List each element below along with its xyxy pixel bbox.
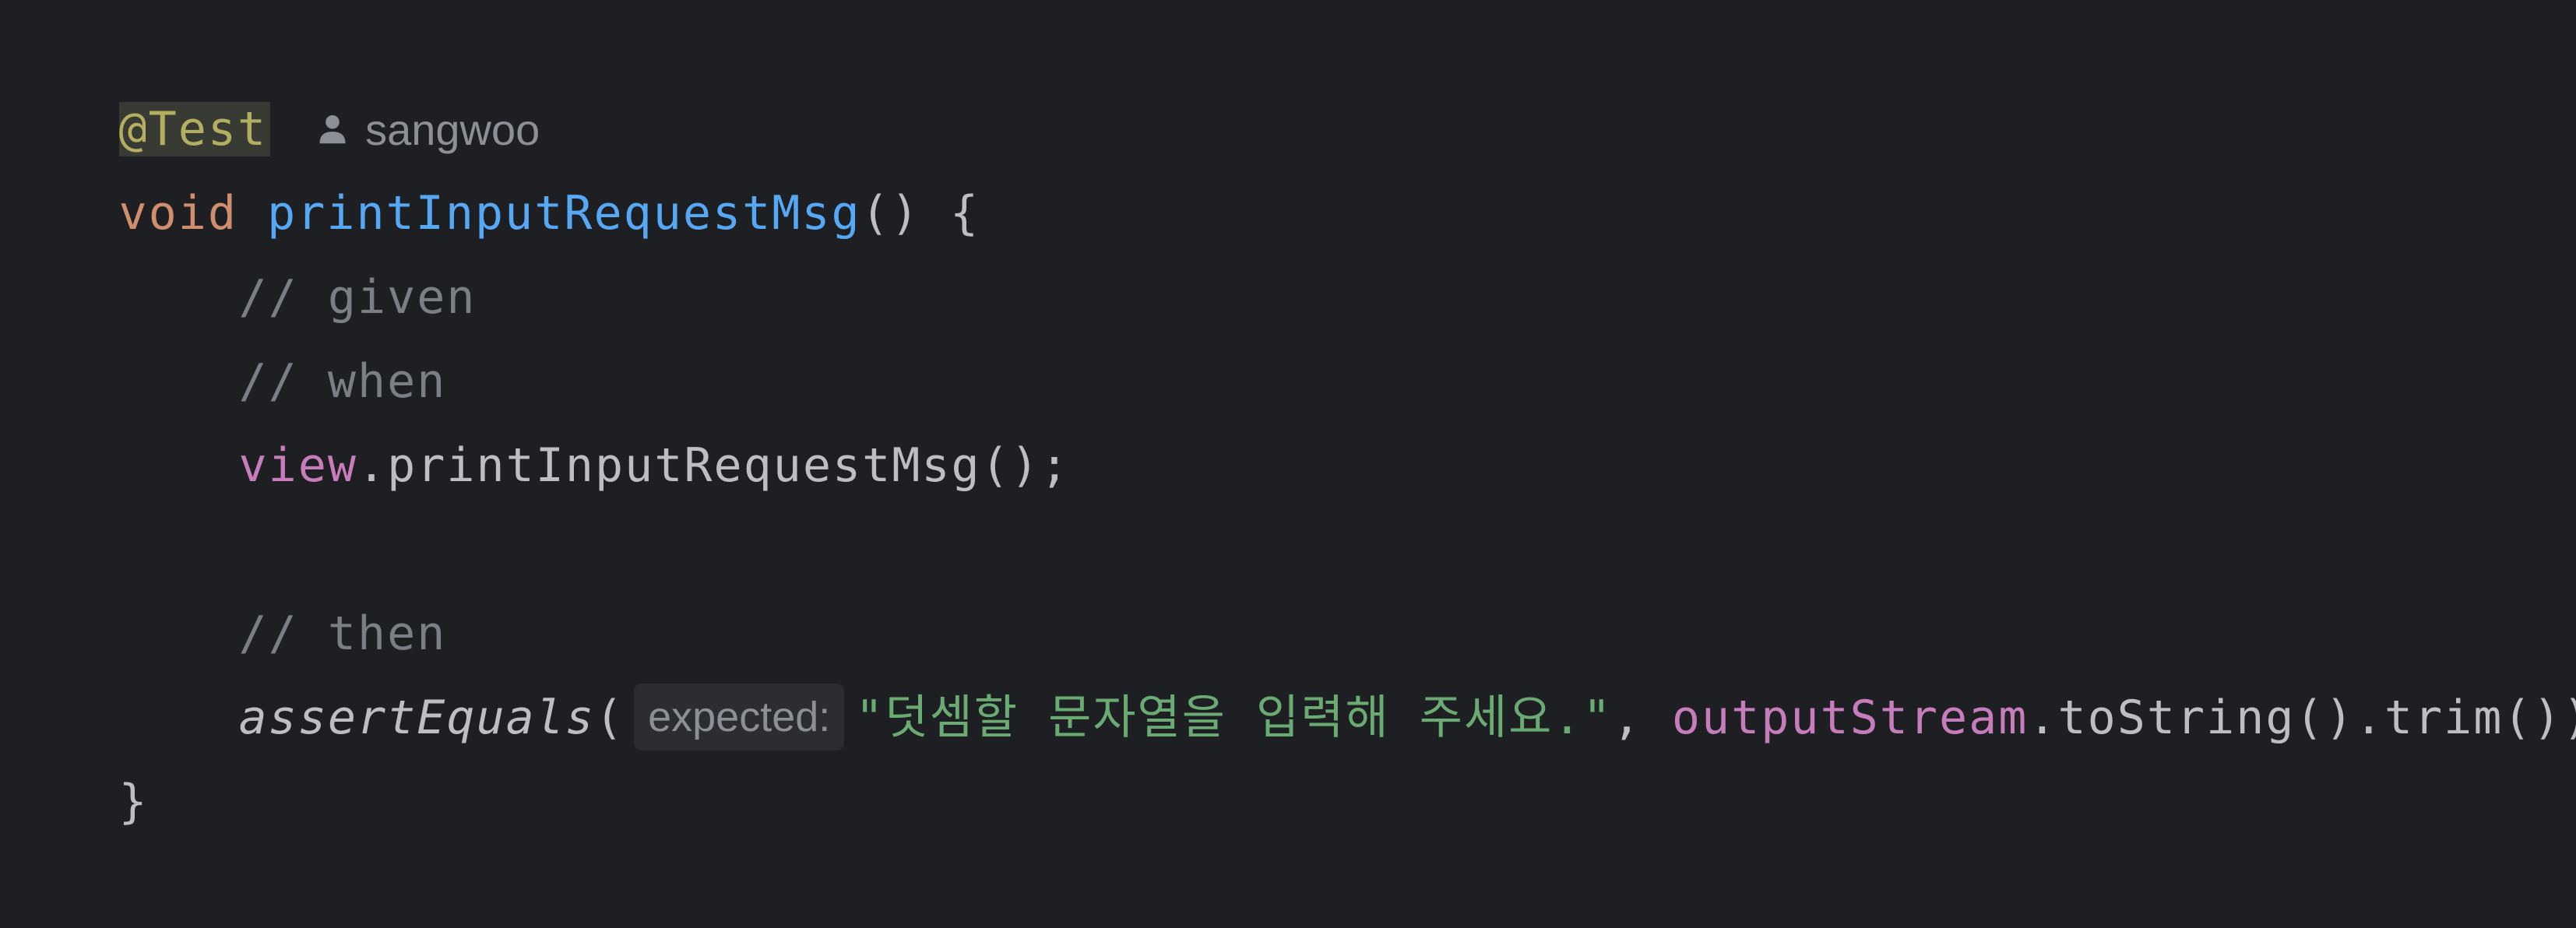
parameter-hint-expected: expected: bbox=[634, 684, 845, 751]
view-field[interactable]: view bbox=[239, 438, 358, 493]
code-line-comment-then[interactable]: // then bbox=[0, 508, 446, 661]
code-line-empty[interactable] bbox=[0, 424, 120, 508]
string-literal[interactable]: "덧셈할 문자열을 입력해 주세요." bbox=[855, 691, 1612, 745]
open-paren: ( bbox=[594, 691, 625, 745]
closing-brace: } bbox=[118, 775, 149, 829]
assert-equals-call[interactable]: assertEquals bbox=[239, 691, 595, 745]
code-line-closing-brace[interactable]: } bbox=[0, 676, 149, 829]
code-line-comment-when[interactable]: // when bbox=[0, 255, 446, 409]
method-call[interactable]: .printInputRequestMsg(); bbox=[357, 438, 1070, 493]
output-stream-field[interactable]: outputStream bbox=[1672, 691, 2028, 745]
code-line-assert[interactable]: assertEquals(expected: "덧셈할 문자열을 입력해 주세요.… bbox=[0, 592, 2576, 751]
chained-calls[interactable]: .toString().trim()); bbox=[2028, 691, 2576, 745]
code-line-call[interactable]: view.printInputRequestMsg(); bbox=[0, 339, 1070, 493]
method-params-brace: () { bbox=[860, 186, 980, 241]
code-line-comment-given[interactable]: // given bbox=[0, 171, 476, 325]
comma-separator: , bbox=[1612, 691, 1672, 745]
code-line-annotation[interactable]: @Test sangwoo bbox=[0, 3, 540, 156]
code-line-method-signature[interactable]: void printInputRequestMsg() { bbox=[0, 87, 980, 241]
code-editor[interactable]: @Test sangwoo void printInputRequestMsg()… bbox=[0, 0, 2576, 829]
